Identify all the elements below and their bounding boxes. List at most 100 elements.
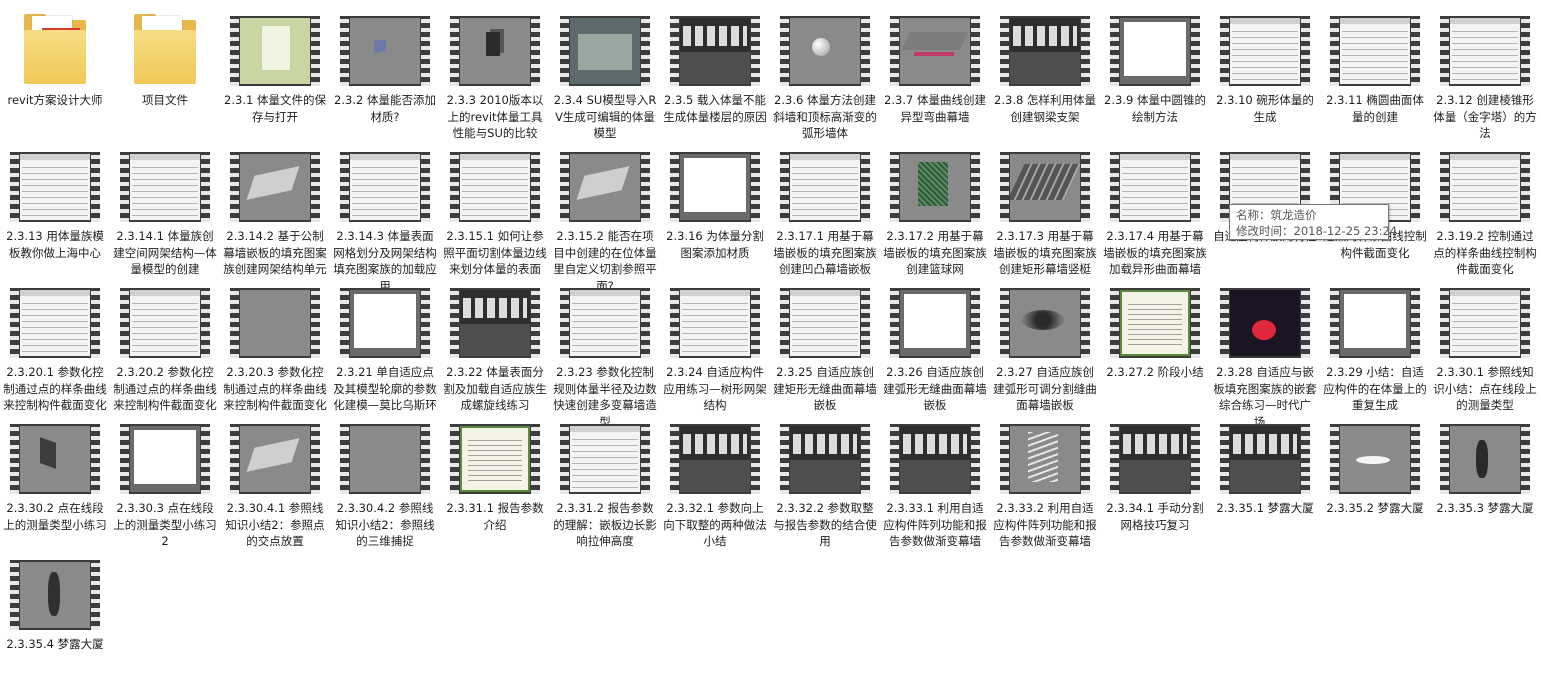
- video-file-item[interactable]: 2.3.25 自适应族创建矩形无缝曲面幕墙嵌板: [770, 274, 880, 412]
- file-name: 2.3.17.1 用基于幕墙嵌板的填充图案族创建凹凸幕墙嵌板: [773, 229, 877, 276]
- file-name: 2.3.1 体量文件的保存与打开: [224, 93, 326, 124]
- video-file-item[interactable]: 2.3.35.2 梦露大厦: [1320, 410, 1430, 546]
- video-file-item[interactable]: 2.3.8 怎样利用体量创建钢梁支架: [990, 2, 1100, 138]
- video-file-item[interactable]: 2.3.14.3 体量表面网格划分及网架结构填充图案族的加载应用: [330, 138, 440, 293]
- video-thumbnail-icon: [1330, 4, 1420, 88]
- video-file-item[interactable]: 2.3.14.1 体量族创建空间网架结构—体量模型的创建: [110, 138, 220, 276]
- video-file-item[interactable]: 2.3.35.4 梦露大厦: [0, 546, 110, 682]
- video-file-item[interactable]: 2.3.30.4.2 参照线知识小结2：参照线的三维捕捉: [330, 410, 440, 548]
- video-file-item[interactable]: 2.3.19.2 控制通过点的样条曲线控制构件截面变化: [1430, 138, 1540, 276]
- video-thumbnail-icon: [560, 412, 650, 496]
- video-file-item[interactable]: 2.3.20.1 参数化控制通过点的样条曲线来控制构件截面变化: [0, 274, 110, 412]
- video-file-item[interactable]: 2.3.14.2 基于公制幕墙嵌板的填充图案族创建网架结构单元: [220, 138, 330, 276]
- file-name: revit方案设计大师: [7, 93, 103, 107]
- video-thumbnail-icon: [10, 412, 100, 496]
- video-file-item[interactable]: 2.3.32.1 参数向上向下取整的两种做法小结: [660, 410, 770, 548]
- file-name: 2.3.4 SU模型导入RV生成可编辑的体量模型: [553, 93, 657, 140]
- video-file-item[interactable]: 2.3.20.2 参数化控制通过点的样条曲线来控制构件截面变化: [110, 274, 220, 412]
- file-name: 2.3.34.1 手动分割网格技巧复习: [1106, 501, 1204, 532]
- video-thumbnail-icon: [10, 548, 100, 632]
- video-file-item[interactable]: 2.3.6 体量方法创建斜墙和顶标高渐变的弧形墙体: [770, 2, 880, 140]
- video-file-item[interactable]: 2.3.30.1 参照线知识小结：点在线段上的测量类型: [1430, 274, 1540, 412]
- file-name: 2.3.3 2010版本以上的revit体量工具性能与SU的比较: [446, 93, 544, 140]
- file-name: 2.3.7 体量曲线创建异型弯曲幕墙: [884, 93, 986, 124]
- video-thumbnail-icon: [560, 140, 650, 224]
- video-file-item[interactable]: 2.3.17.4 用基于幕墙嵌板的填充图案族加载异形曲面幕墙: [1100, 138, 1210, 276]
- video-thumbnail-icon: [560, 4, 650, 88]
- folder-item[interactable]: 项目文件: [110, 2, 220, 138]
- folder-item[interactable]: PDF revit方案设计大师: [0, 2, 110, 138]
- video-file-item[interactable]: 2.3.35.3 梦露大厦: [1430, 410, 1540, 546]
- video-file-item[interactable]: 2.3.15.1 如何让参照平面切割体量边线来划分体量的表面: [440, 138, 550, 276]
- video-file-item[interactable]: 2.3.28 自适应与嵌板填充图案族的嵌套综合练习—时代广场...: [1210, 274, 1320, 429]
- video-thumbnail-icon: [560, 276, 650, 360]
- file-name: 2.3.33.2 利用自适应构件阵列功能和报告参数做渐变幕墙: [993, 501, 1097, 548]
- video-file-item[interactable]: 2.3.5 载入体量不能生成体量楼层的原因: [660, 2, 770, 138]
- video-file-item[interactable]: 2.3.4 SU模型导入RV生成可编辑的体量模型: [550, 2, 660, 140]
- video-thumbnail-icon: [450, 140, 540, 224]
- video-file-item[interactable]: 2.3.16 为体量分割图案添加材质: [660, 138, 770, 274]
- video-file-item[interactable]: 2.3.30.3 点在线段上的测量类型小练习2: [110, 410, 220, 548]
- video-thumbnail-icon: [340, 412, 430, 496]
- video-file-item[interactable]: 2.3.21 单自适应点及其模型轮廓的参数化建模—莫比乌斯环: [330, 274, 440, 412]
- file-name: 2.3.8 怎样利用体量创建钢梁支架: [994, 93, 1096, 124]
- video-file-item[interactable]: 2.3.13 用体量族模板教你做上海中心: [0, 138, 110, 274]
- video-file-item[interactable]: 2.3.7 体量曲线创建异型弯曲幕墙: [880, 2, 990, 138]
- video-file-item[interactable]: 2.3.31.2 报告参数的理解：嵌板边长影响拉伸高度: [550, 410, 660, 548]
- video-file-item[interactable]: 2.3.9 体量中圆锥的绘制方法: [1100, 2, 1210, 138]
- file-name: 2.3.19.2 控制通过点的样条曲线控制构件截面变化: [1433, 229, 1537, 276]
- video-thumbnail-icon: [10, 276, 100, 360]
- video-thumbnail-icon: [670, 4, 760, 88]
- video-thumbnail-icon: [890, 412, 980, 496]
- file-name: 2.3.35.3 梦露大厦: [1436, 501, 1534, 515]
- video-file-item[interactable]: 2.3.29 小结：自适应构件的在体量上的重复生成: [1320, 274, 1430, 412]
- video-file-item[interactable]: 2.3.30.4.1 参照线知识小结2：参照点的交点放置: [220, 410, 330, 548]
- video-file-item[interactable]: 2.3.33.2 利用自适应构件阵列功能和报告参数做渐变幕墙: [990, 410, 1100, 548]
- video-file-item[interactable]: 2.3.3 2010版本以上的revit体量工具性能与SU的比较: [440, 2, 550, 140]
- video-file-item[interactable]: 2.3.11 椭圆曲面体量的创建: [1320, 2, 1430, 138]
- video-file-item[interactable]: 2.3.2 体量能否添加材质?: [330, 2, 440, 138]
- video-file-item[interactable]: 2.3.26 自适应族创建弧形无缝曲面幕墙嵌板: [880, 274, 990, 412]
- video-file-item[interactable]: 2.3.34.1 手动分割网格技巧复习: [1100, 410, 1210, 546]
- video-file-item[interactable]: 2.3.24 自适应构件应用练习—树形网架结构: [660, 274, 770, 412]
- video-thumbnail-icon: [670, 140, 760, 224]
- file-name: 2.3.33.1 利用自适应构件阵列功能和报告参数做渐变幕墙: [883, 501, 987, 548]
- video-file-item[interactable]: 2.3.30.2 点在线段上的测量类型小练习: [0, 410, 110, 546]
- video-file-item[interactable]: 2.3.33.1 利用自适应构件阵列功能和报告参数做渐变幕墙: [880, 410, 990, 548]
- video-thumbnail-icon: [780, 412, 870, 496]
- file-name: 2.3.35.1 梦露大厦: [1216, 501, 1314, 515]
- video-thumbnail-icon: [1220, 276, 1310, 360]
- file-name: 2.3.27.2 阶段小结: [1106, 365, 1204, 379]
- video-file-item[interactable]: 2.3.10 碗形体量的生成: [1210, 2, 1320, 138]
- video-file-item[interactable]: 2.3.1 体量文件的保存与打开: [220, 2, 330, 138]
- file-name: 2.3.31.1 报告参数介绍: [446, 501, 544, 532]
- video-file-item[interactable]: 2.3.35.1 梦露大厦: [1210, 410, 1320, 546]
- file-name: 2.3.9 体量中圆锥的绘制方法: [1104, 93, 1206, 124]
- video-file-item[interactable]: 2.3.17.2 用基于幕墙嵌板的填充图案族创建篮球网: [880, 138, 990, 276]
- video-file-item[interactable]: 2.3.32.2 参数取整与报告参数的结合使用: [770, 410, 880, 548]
- video-file-item[interactable]: 2.3.27.2 阶段小结: [1100, 274, 1210, 410]
- folder-icon: [120, 4, 210, 88]
- video-file-item[interactable]: 2.3.23 参数化控制规则体量半径及边数快速创建多变幕墙造型: [550, 274, 660, 429]
- video-file-item[interactable]: 2.3.22 体量表面分割及加载自适应族生成螺旋线练习: [440, 274, 550, 412]
- video-file-item[interactable]: 2.3.12 创建棱锥形体量（金字塔）的方法: [1430, 2, 1540, 140]
- video-thumbnail-icon: [450, 276, 540, 360]
- video-thumbnail-icon: [450, 4, 540, 88]
- video-thumbnail-icon: [1220, 412, 1310, 496]
- file-tooltip: 名称：筑龙造价 修改时间：2018-12-25 23:24: [1229, 204, 1397, 240]
- video-file-item[interactable]: 2.3.17.3 用基于幕墙嵌板的填充图案族创建矩形幕墙竖梃: [990, 138, 1100, 276]
- file-grid: PDF revit方案设计大师 项目文件 2.3.1 体量文件的保存与打开 2.3.2 …: [0, 0, 1541, 681]
- file-name: 2.3.14.2 基于公制幕墙嵌板的填充图案族创建网架结构单元: [223, 229, 327, 276]
- video-file-item[interactable]: 2.3.31.1 报告参数介绍: [440, 410, 550, 546]
- video-file-item[interactable]: 2.3.15.2 能否在项目中创建的在位体量里自定义切割参照平面?: [550, 138, 660, 293]
- video-thumbnail-icon: [340, 4, 430, 88]
- file-name: 2.3.16 为体量分割图案添加材质: [666, 229, 764, 260]
- video-file-item[interactable]: 2.3.27 自适应族创建弧形可调分割缝曲面幕墙嵌板: [990, 274, 1100, 412]
- video-file-item[interactable]: 2.3.20.3 参数化控制通过点的样条曲线来控制构件截面变化: [220, 274, 330, 412]
- video-thumbnail-icon: [1330, 276, 1420, 360]
- video-thumbnail-icon: [1110, 140, 1200, 224]
- file-name: 2.3.17.3 用基于幕墙嵌板的填充图案族创建矩形幕墙竖梃: [993, 229, 1097, 276]
- file-name: 2.3.20.1 参数化控制通过点的样条曲线来控制构件截面变化: [3, 365, 107, 412]
- file-name: 2.3.17.4 用基于幕墙嵌板的填充图案族加载异形曲面幕墙: [1103, 229, 1207, 276]
- video-file-item[interactable]: 2.3.17.1 用基于幕墙嵌板的填充图案族创建凹凸幕墙嵌板: [770, 138, 880, 276]
